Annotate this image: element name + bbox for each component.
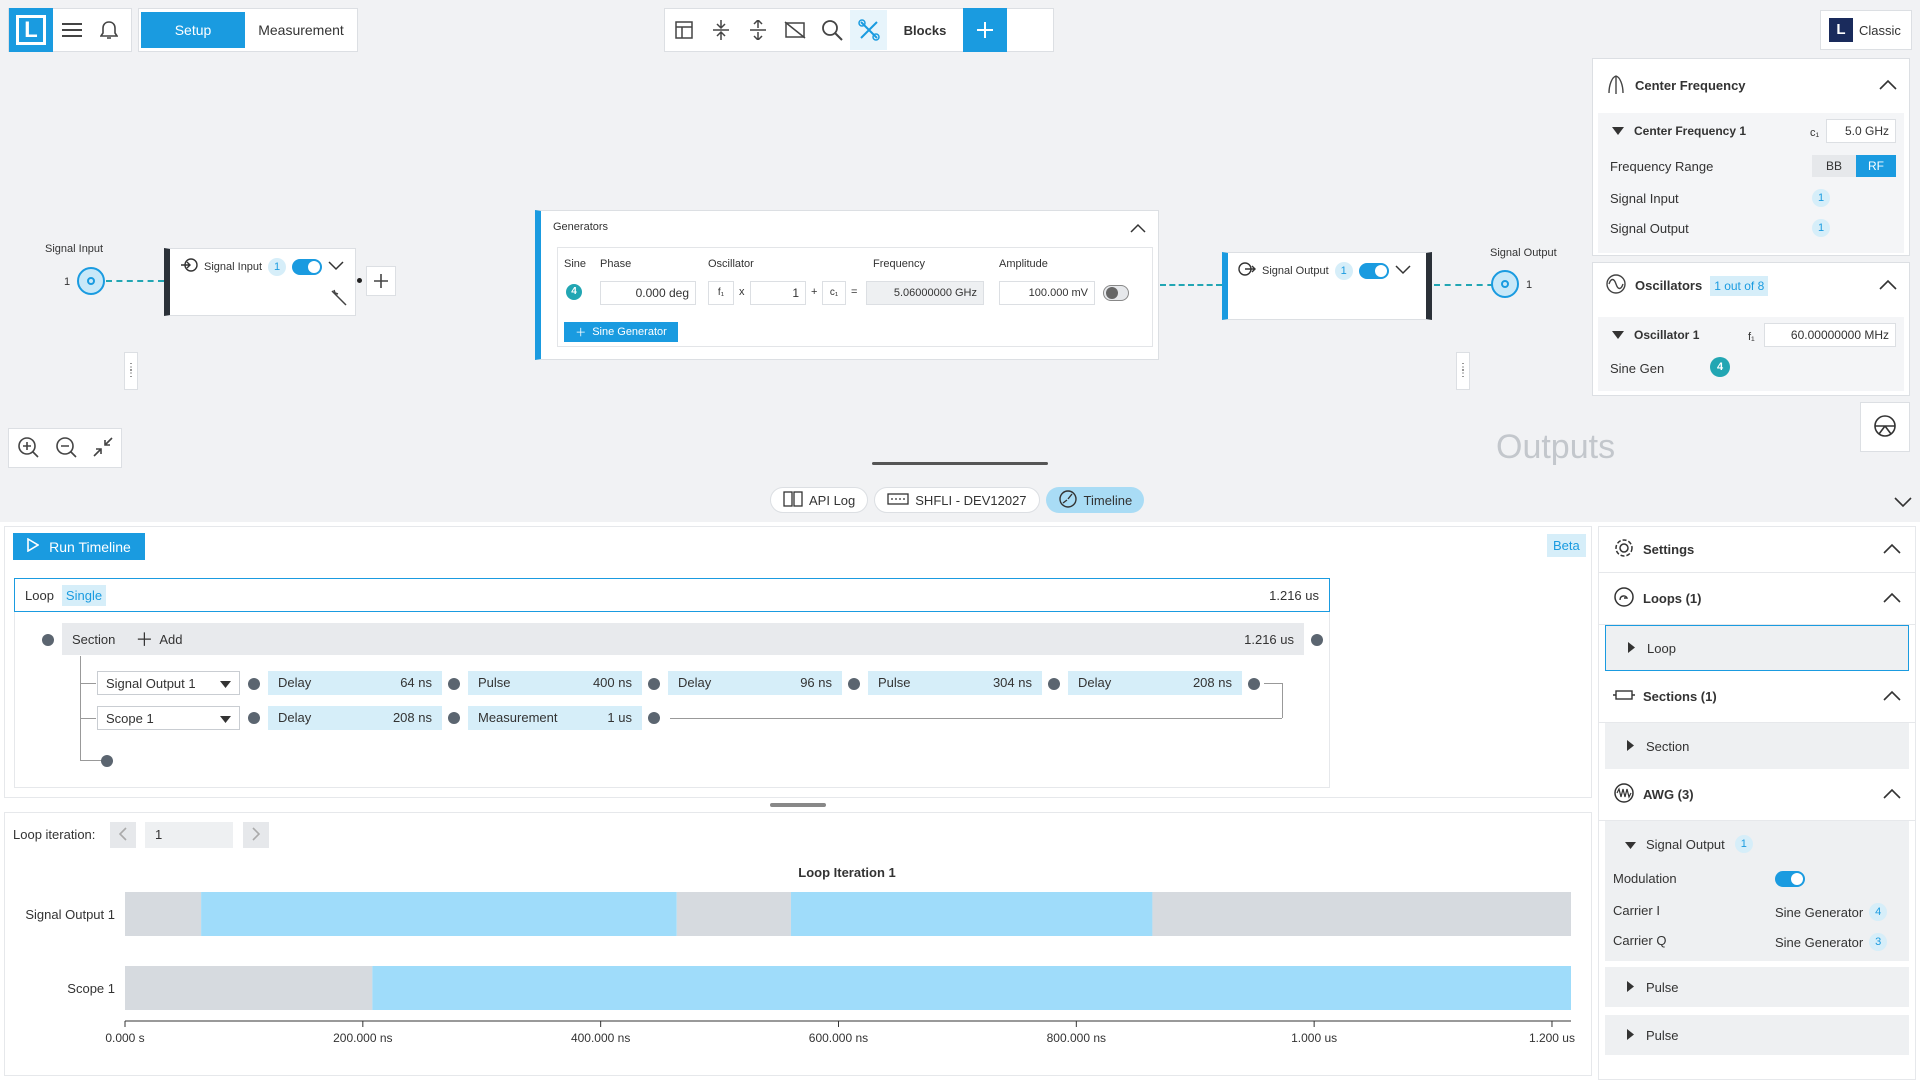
- outputs-button[interactable]: [1860, 402, 1910, 452]
- signal-input-badge[interactable]: 1: [1812, 189, 1830, 207]
- segment-delay: [1152, 892, 1571, 936]
- iteration-chart: Loop Iteration 1 Signal Output 1Scope 1 …: [25, 865, 1575, 1045]
- x-tick-label: 800.000 ns: [1047, 1031, 1106, 1045]
- chevron-up-icon[interactable]: [1883, 689, 1901, 704]
- carrier-i-value[interactable]: Sine Generator 4: [1775, 903, 1888, 921]
- output-icon: [1873, 414, 1897, 441]
- segment-pulse: [201, 892, 677, 936]
- caret-right-icon: [1628, 641, 1635, 656]
- gear-icon: [1613, 537, 1635, 562]
- center-frequency-panel: Center Frequency Center Frequency 1 c₁ 5…: [1592, 58, 1910, 256]
- section-item[interactable]: Section: [1605, 723, 1909, 769]
- carrier-q-value[interactable]: Sine Generator 3: [1775, 933, 1888, 951]
- rf-option[interactable]: RF: [1856, 155, 1896, 177]
- oscillator-frequency-field[interactable]: 60.00000000 MHz: [1764, 323, 1896, 347]
- modulation-toggle[interactable]: [1775, 871, 1805, 887]
- settings-panel: Settings Loops (1) Loop Sections (1) Sec…: [1598, 526, 1916, 1080]
- loop-item[interactable]: Loop: [1605, 625, 1909, 671]
- x-tick-label: 600.000 ns: [809, 1031, 868, 1045]
- caret-right-icon: [1627, 980, 1634, 995]
- x-tick-label: 400.000 ns: [571, 1031, 630, 1045]
- classic-logo-icon: L: [1829, 18, 1853, 42]
- awg-icon: [1613, 782, 1635, 807]
- loop-icon: [1613, 586, 1635, 611]
- signal-output-badge[interactable]: 1: [1812, 219, 1830, 237]
- segment-delay: [125, 966, 373, 1010]
- pulse-item[interactable]: Pulse: [1605, 967, 1909, 1007]
- chevron-up-icon[interactable]: [1879, 78, 1897, 93]
- oscillator-icon: [1605, 273, 1627, 298]
- row-label: Scope 1: [67, 981, 115, 996]
- chart-title: Loop Iteration 1: [798, 865, 896, 880]
- caret-down-icon: [1625, 837, 1636, 852]
- collapse-panel-icon[interactable]: [1894, 496, 1912, 511]
- sine-gen-badge[interactable]: 4: [1710, 357, 1730, 377]
- segment-delay: [125, 892, 202, 936]
- pulse-item[interactable]: Pulse: [1605, 1015, 1909, 1055]
- segment-measurement: [372, 966, 1572, 1010]
- bb-option[interactable]: BB: [1812, 155, 1856, 177]
- x-tick-label: 1.000 us: [1291, 1031, 1337, 1045]
- classic-button[interactable]: L Classic: [1820, 10, 1912, 50]
- center-frequency-field[interactable]: 5.0 GHz: [1826, 119, 1896, 143]
- chevron-up-icon[interactable]: [1883, 591, 1901, 606]
- caret-right-icon: [1627, 739, 1634, 754]
- row-label: Signal Output 1: [25, 907, 115, 922]
- caret-down-icon[interactable]: [1612, 327, 1624, 342]
- section-icon: [1613, 688, 1635, 705]
- x-tick-label: 0.000 s: [105, 1031, 144, 1045]
- antenna-icon: [1605, 73, 1627, 98]
- oscillators-count-badge: 1 out of 8: [1710, 275, 1769, 296]
- awg-signal-output-group: Signal Output 1 Modulation Carrier I Sin…: [1605, 821, 1909, 961]
- caret-right-icon: [1627, 1028, 1634, 1043]
- chevron-up-icon[interactable]: [1879, 278, 1897, 293]
- chevron-up-icon[interactable]: [1883, 787, 1901, 802]
- segment-pulse: [790, 892, 1153, 936]
- segment-delay: [676, 892, 791, 936]
- x-tick-label: 200.000 ns: [333, 1031, 392, 1045]
- chevron-up-icon[interactable]: [1883, 542, 1901, 557]
- oscillators-panel: Oscillators 1 out of 8 Oscillator 1 f₁ 6…: [1592, 262, 1910, 396]
- caret-down-icon[interactable]: [1612, 123, 1624, 138]
- x-tick-label: 1.200 us: [1529, 1031, 1575, 1045]
